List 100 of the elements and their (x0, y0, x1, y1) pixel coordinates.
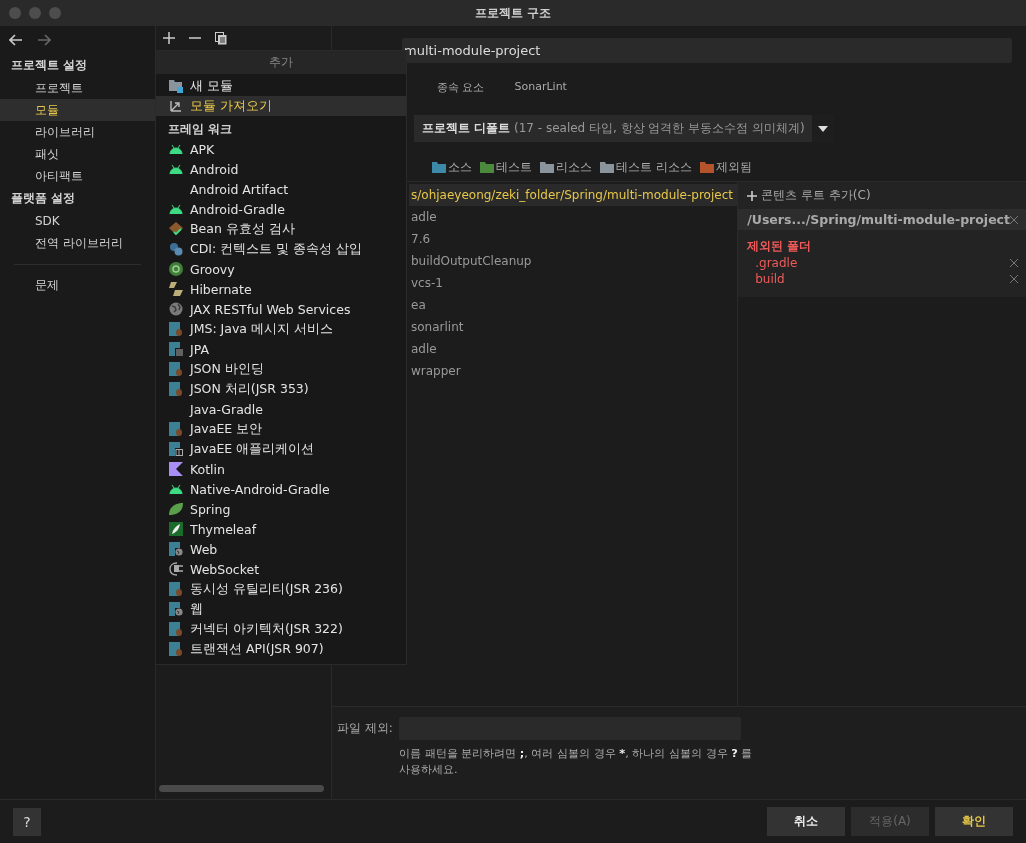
excluded-folder: .gradle (755, 256, 798, 270)
tree-item[interactable]: s/ohjaeyeong/zeki_folder/Spring/multi-module-project (409, 184, 738, 206)
add-content-root-button[interactable]: 콘텐츠 루트 추가(C) (738, 182, 1026, 209)
window-control-icon[interactable] (29, 7, 41, 19)
android-icon (169, 164, 183, 174)
menu-item[interactable]: JMS: Java 메시지 서비스 (156, 319, 406, 339)
menu-item[interactable]: JavaEE 보안 (156, 419, 406, 439)
window-control-icon[interactable] (49, 7, 61, 19)
tree-item[interactable]: sonarlint (409, 316, 738, 338)
tree-item[interactable]: 7.6 (409, 228, 738, 250)
dialog-button[interactable]: 확인 (935, 807, 1013, 836)
sidebar-heading: 플랫폼 설정 (10, 190, 77, 207)
marker-label[interactable]: 테스트 (496, 158, 532, 176)
menu-item[interactable]: Native-Android-Gradle (156, 479, 406, 499)
tree-item[interactable]: buildOutputCleanup (409, 250, 738, 272)
menu-item[interactable]: 트랜잭션 API(JSR 907) (156, 639, 406, 659)
menu-item[interactable]: WebSocket (156, 559, 406, 579)
module-bean-icon (169, 582, 183, 596)
tree-item[interactable]: adle (409, 206, 738, 228)
menu-item[interactable]: JSON 처리(JSR 353) (156, 379, 406, 399)
module-bean-icon (169, 422, 183, 436)
window-control-icon[interactable] (9, 7, 21, 19)
sidebar-item[interactable]: 전역 라이브러리 (0, 232, 155, 254)
menu-item[interactable]: CDI: 컨텍스트 및 종속성 삽입 (156, 239, 406, 259)
sidebar-item[interactable]: 프로젝트 (0, 77, 155, 99)
add-icon (747, 190, 758, 201)
forward-arrow-icon[interactable] (37, 34, 51, 46)
menu-item[interactable]: JPA (156, 339, 406, 359)
sidebar-item[interactable]: 아티팩트 (0, 165, 155, 187)
marker-label[interactable]: 소스 (448, 158, 472, 176)
module-bean-icon (169, 622, 183, 636)
module-bean-icon (169, 382, 183, 396)
tab[interactable]: 종속 요소 (437, 80, 485, 100)
menu-item[interactable]: 모듈 가져오기 (156, 96, 406, 116)
menu-item[interactable]: 새 모듈 (156, 76, 406, 96)
add-icon[interactable] (163, 32, 175, 44)
globe-icon (169, 302, 183, 316)
marker-label[interactable]: 테스트 리소스 (616, 158, 692, 176)
scrollbar-thumb[interactable] (159, 785, 324, 792)
menu-item[interactable]: 커넥터 아키텍처(JSR 322) (156, 619, 406, 639)
hint-text: 이름 패턴을 분리하려면 ;, 여러 심볼의 경우 *, 하나의 심볼의 경우 ? 를 사용하세요. (398, 746, 754, 778)
sidebar-heading: 프로젝트 설정 (10, 57, 89, 74)
dropdown-arrow-icon (818, 125, 828, 132)
groovy-icon (169, 262, 183, 276)
menu-item[interactable]: JSON 바인딩 (156, 359, 406, 379)
excluded-folders-heading: 제외된 폴더 (746, 238, 813, 255)
name-field[interactable]: multi-module-project (402, 38, 1012, 63)
menu-item[interactable]: 웹 (156, 599, 406, 619)
sidebar-item[interactable]: 라이브러리 (0, 121, 155, 143)
popup-title: 추가 (156, 51, 406, 74)
back-arrow-icon[interactable] (9, 34, 23, 46)
sidebar-item[interactable]: SDK (0, 210, 155, 232)
menu-item[interactable]: APK (156, 139, 406, 159)
menu-item[interactable]: Java-Gradle (156, 399, 406, 419)
menu-item[interactable]: Android-Gradle (156, 199, 406, 219)
marker-label[interactable]: 리소스 (556, 158, 592, 176)
menu-section-heading: 프레임 워크 (167, 121, 234, 138)
help-button[interactable]: ? (13, 807, 41, 836)
menu-item[interactable]: Groovy (156, 259, 406, 279)
menu-item[interactable]: JAX RESTful Web Services (156, 299, 406, 319)
plug-icon (169, 562, 183, 576)
exclude-files-label: 파일 제외: (337, 720, 393, 737)
menu-item[interactable]: Kotlin (156, 459, 406, 479)
menu-item[interactable]: Spring (156, 499, 406, 519)
menu-item[interactable]: Web (156, 539, 406, 559)
hibernate-icon (169, 282, 183, 296)
tree-item[interactable]: vcs-1 (409, 272, 738, 294)
tree-item[interactable]: wrapper (409, 360, 738, 382)
module-bean-icon (169, 362, 183, 376)
menu-item[interactable]: Bean 유효성 검사 (156, 219, 406, 239)
sidebar-item[interactable]: 패싯 (0, 143, 155, 165)
dialog-button[interactable]: 취소 (767, 807, 845, 836)
module-bean-icon (169, 642, 183, 656)
tree-item[interactable]: ea (409, 294, 738, 316)
menu-item[interactable]: Hibernate (156, 279, 406, 299)
tab[interactable]: SonarLint (514, 80, 567, 100)
close-icon[interactable] (1010, 259, 1018, 267)
language-level-dropdown[interactable]: 프로젝트 디폴트 (17 - sealed 타입, 항상 엄격한 부동소수점 의미체계) (414, 115, 834, 142)
sidebar-item[interactable]: 문제 (0, 274, 155, 296)
menu-item[interactable]: Android (156, 159, 406, 179)
bean-check-icon (169, 222, 183, 236)
menu-item[interactable]: 동시성 유틸리티(JSR 236) (156, 579, 406, 599)
sidebar-item[interactable]: 모듈 (0, 99, 155, 121)
folder-icon (169, 79, 183, 93)
android-icon (169, 144, 183, 154)
import-arrow-icon (170, 100, 182, 112)
menu-item[interactable]: Thymeleaf (156, 519, 406, 539)
marker-label[interactable]: 제외됨 (715, 158, 752, 176)
thymeleaf-icon (169, 522, 183, 536)
menu-item[interactable]: JavaEE 애플리케이션 (156, 439, 406, 459)
tree-item[interactable]: adle (409, 338, 738, 360)
content-root-path: /Users.../Spring/multi-module-project (747, 212, 1010, 227)
android-icon (169, 204, 183, 214)
leaf-icon (169, 503, 183, 515)
copy-icon[interactable] (215, 31, 227, 45)
menu-item[interactable]: Android Artifact (156, 179, 406, 199)
close-icon[interactable] (1010, 215, 1018, 224)
android-icon (169, 484, 183, 494)
module-list-icon (169, 342, 183, 356)
close-icon[interactable] (1010, 275, 1018, 283)
